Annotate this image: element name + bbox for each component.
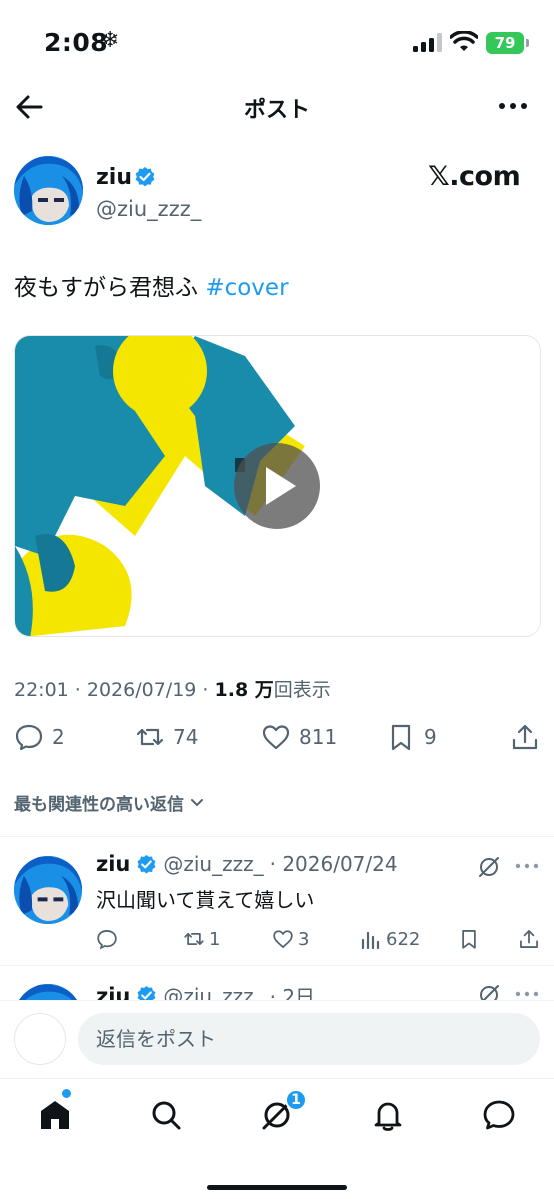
post-actions: 2 74 811 9 [0,722,554,758]
divider [0,965,554,966]
share-action[interactable] [510,722,540,752]
bookmark-icon [391,724,411,751]
tab-home[interactable] [37,1097,73,1133]
like-action[interactable]: 3 [272,928,309,950]
tab-notifications[interactable] [370,1097,406,1133]
home-icon [41,1101,69,1129]
more-options-icon[interactable] [515,861,539,871]
reply-action[interactable]: 2 [14,722,65,752]
message-icon [483,1100,515,1130]
tab-search[interactable] [148,1097,184,1133]
hashtag-link[interactable]: #cover [205,275,288,301]
reply-icon [97,930,117,950]
reply-input[interactable] [78,1013,540,1065]
repost-count: 1 [209,928,221,950]
reply-author-name[interactable]: ziu [96,852,130,876]
status-bar: 2:08 ❄ 79 [0,0,554,80]
repost-action[interactable]: 74 [135,722,198,752]
reply-action[interactable] [96,928,118,950]
like-count: 811 [299,725,338,749]
bookmark-action[interactable]: 9 [386,722,437,752]
play-icon [266,467,296,505]
reply-header: ziu @ziu_zzz_ · 2026/07/24 [96,852,398,876]
tab-messages[interactable] [481,1097,517,1133]
views-count: 622 [386,928,421,950]
reply-date: · 2026/07/24 [269,852,398,876]
reply-count: 2 [52,725,65,749]
battery-indicator: 79 [486,32,524,54]
wifi-icon [450,31,478,51]
views-chart-icon [361,931,380,950]
share-icon [512,724,538,750]
more-options-icon[interactable] [496,94,530,118]
like-action[interactable]: 811 [261,722,337,752]
notification-badge: 1 [285,1089,307,1111]
repost-action[interactable]: 1 [183,928,220,950]
author-handle[interactable]: @ziu_zzz_ [96,197,201,221]
snowflake-icon: ❄ [101,28,120,53]
bottom-tab-bar: 1 [0,1078,554,1199]
post-timestamp: 22:01 · 2026/07/19 · [14,679,215,701]
page-title: ポスト [243,98,310,123]
reply-actions: 1 3 622 [0,928,554,952]
reply-sort-label: 最も関連性の高い返信 [14,795,184,815]
bookmark-count: 9 [424,725,437,749]
verified-badge-icon [135,167,155,187]
source-watermark: 𝕏.com [428,161,521,192]
post-text: 夜もすがら君想ふ #cover [14,268,289,302]
nav-header: ポスト [0,82,554,132]
divider [0,836,554,837]
battery-level: 79 [494,34,516,52]
post-body: 夜もすがら君想ふ [14,275,206,301]
chevron-down-icon [191,798,203,806]
battery-tip [526,39,529,47]
share-icon [520,930,538,948]
cellular-signal-icon [413,33,442,52]
reply-avatar[interactable] [14,856,82,924]
heart-icon [273,930,293,949]
heart-icon [262,725,290,750]
reply-icon [15,724,43,751]
repost-icon [184,932,204,946]
bookmark-icon [462,930,476,949]
reply-text: 沢山聞いて貰えて嬉しい [96,888,315,912]
status-time: 2:08 [44,28,109,57]
views-action[interactable]: 622 [360,928,420,950]
play-button[interactable] [234,443,320,529]
user-avatar[interactable] [14,1013,66,1065]
views-count[interactable]: 1.8 万 [215,679,274,701]
views-label: 回表示 [273,679,331,701]
bookmark-action[interactable] [458,928,480,950]
more-options-icon[interactable] [515,989,539,999]
author-avatar[interactable] [14,156,83,225]
repost-count: 74 [173,725,199,749]
reply-composer [0,1000,554,1078]
search-icon [152,1101,181,1130]
grok-icon[interactable] [477,855,501,879]
share-action[interactable] [518,928,540,950]
verified-badge-icon [137,854,156,873]
reply-sort-selector[interactable]: 最も関連性の高い返信 [14,790,204,815]
home-indicator [207,1185,347,1190]
post-meta: 22:01 · 2026/07/19 · 1.8 万回表示 [14,675,331,702]
home-notification-dot [62,1089,71,1098]
reply-author-handle[interactable]: @ziu_zzz_ [163,852,263,876]
bell-icon [374,1102,402,1131]
like-count: 3 [298,928,310,950]
author-name[interactable]: ziu [96,165,132,190]
repost-icon [136,728,164,746]
